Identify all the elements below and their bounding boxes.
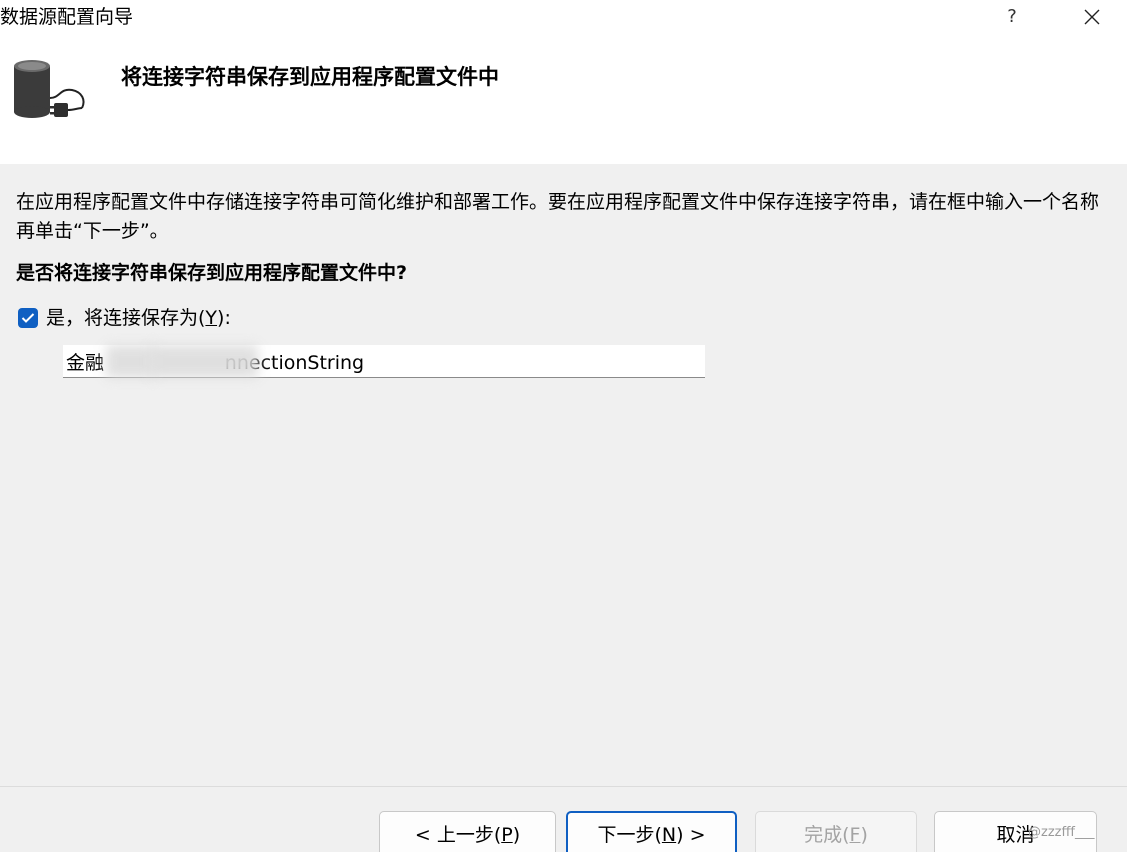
description-text: 在应用程序配置文件中存储连接字符串可简化维护和部署工作。要在应用程序配置文件中保… [16, 191, 1100, 242]
redacted-region [150, 345, 258, 378]
save-connection-label: 是，将连接保存为(Y): [46, 307, 231, 329]
window-title: 数据源配置向导 [0, 6, 134, 28]
save-question: 是否将连接字符串保存到应用程序配置文件中? [16, 262, 408, 284]
close-icon [1084, 9, 1100, 25]
watermark-text: @zzzfff___ [1028, 825, 1095, 840]
title-bar: 数据源配置向导 ? [0, 0, 1127, 40]
wizard-footer: < 上一步(P) 下一步(N) > 完成(F) 取消 [0, 786, 1127, 852]
checkbox-checked-icon[interactable] [18, 308, 38, 328]
next-button[interactable]: 下一步(N) > [566, 811, 737, 852]
save-connection-checkbox[interactable]: 是，将连接保存为(Y): [18, 305, 231, 331]
wizard-header: 将连接字符串保存到应用程序配置文件中 [0, 40, 1127, 164]
back-button[interactable]: < 上一步(P) [379, 811, 556, 852]
help-icon: ? [1007, 6, 1017, 27]
redacted-region [106, 345, 156, 378]
database-plug-icon [14, 60, 85, 118]
wizard-content: 在应用程序配置文件中存储连接字符串可简化维护和部署工作。要在应用程序配置文件中保… [0, 164, 1127, 786]
finish-button[interactable]: 完成(F) [755, 811, 917, 852]
page-title: 将连接字符串保存到应用程序配置文件中 [121, 65, 499, 89]
close-button[interactable] [1074, 1, 1110, 33]
help-button[interactable]: ? [996, 2, 1028, 32]
data-source-config-wizard: 数据源配置向导 ? 将连接字符串保存到应用程序配置文件中 在应用程序配置文件中存… [0, 0, 1127, 852]
